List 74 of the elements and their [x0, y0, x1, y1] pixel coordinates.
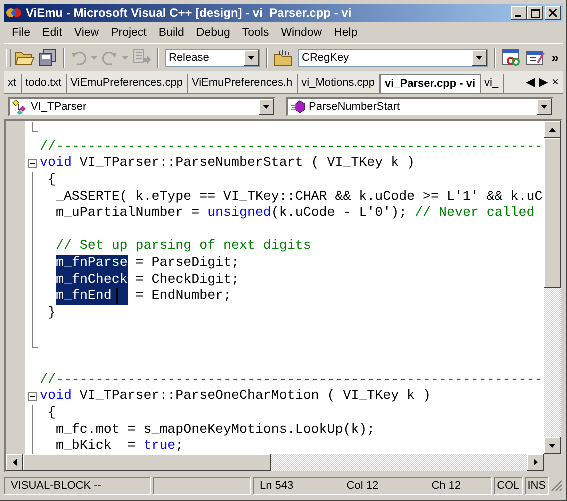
scrollbar-thumb[interactable] — [23, 454, 271, 471]
class-dropdown[interactable]: CRegKey — [298, 48, 488, 66]
code-line: m_fnCheck = CheckDigit; — [55, 272, 240, 288]
close-tab-button[interactable]: × — [552, 75, 559, 89]
folder-icon[interactable] — [274, 48, 294, 66]
code-line: void VI_TParser::ParseNumberStart ( VI_TKey k ) — [40, 155, 416, 172]
status-line: Ln 543 — [260, 480, 294, 492]
menu-item[interactable]: Build — [152, 26, 190, 38]
minimize-button[interactable] — [511, 6, 527, 20]
code-line: m_bKick = true; — [54, 438, 184, 454]
document-tab[interactable]: vi_Parser.cpp - vi — [380, 74, 481, 93]
left-arrow-icon — [12, 459, 16, 466]
up-arrow-icon — [549, 128, 556, 132]
class-icon — [12, 98, 28, 114]
type-dropdown[interactable]: VI_TParser — [8, 96, 276, 116]
save-all-icon[interactable] — [39, 48, 57, 66]
scroll-up-button[interactable] — [544, 121, 561, 138]
code-line: { — [46, 172, 56, 189]
maximize-button[interactable] — [527, 6, 543, 20]
caret-icon — [541, 104, 548, 108]
method-icon — [290, 98, 306, 114]
code-line: } — [46, 305, 56, 322]
status-col-indicator: COL — [494, 477, 523, 495]
member-dropdown[interactable]: ParseNumberStart — [286, 96, 554, 116]
code-line: { — [46, 404, 56, 422]
scroll-down-button[interactable] — [544, 437, 561, 454]
menu-item[interactable]: View — [68, 26, 106, 38]
caret-icon — [248, 56, 255, 60]
document-tab[interactable]: ViEmuPreferences.cpp — [66, 74, 188, 93]
close-icon — [549, 9, 557, 17]
menu-item[interactable]: Edit — [36, 26, 68, 38]
menu-item[interactable]: Debug — [190, 26, 236, 38]
status-column: Col 12 — [346, 480, 379, 492]
maximize-icon — [530, 8, 540, 18]
code-line: _ASSERTE( k.eType == VI_TKey::CHAR && k.uCode >= L'1' && k.uC — [54, 188, 543, 206]
down-arrow-icon — [549, 444, 556, 448]
code-line: //------------------------------------------------------------- — [40, 372, 543, 388]
caret-icon — [263, 104, 270, 108]
toolbar-overflow-button[interactable]: » — [552, 50, 563, 65]
scroll-left-button[interactable]: ◀ — [526, 75, 535, 89]
document-tab[interactable]: vi_ — [480, 74, 504, 93]
menu-item[interactable]: Project — [105, 26, 153, 38]
status-mode: VISUAL-BLOCK -- — [4, 477, 152, 495]
window-title: ViEmu - Microsoft Visual C++ [design] - vi_Parser.cpp - vi — [26, 6, 353, 20]
code-line: m_fc.mot = s_mapOneKeyMotions.LookUp(k); — [54, 422, 376, 438]
document-tab[interactable]: ViEmuPreferences.h — [188, 74, 298, 93]
resize-grip-icon[interactable] — [551, 480, 563, 492]
code-line: m_fnEnd = EndNumber; — [55, 288, 232, 306]
document-tab[interactable]: xt — [4, 74, 22, 93]
configuration-dropdown[interactable]: Release — [165, 48, 260, 66]
close-button[interactable] — [545, 6, 561, 20]
menu-item[interactable]: File — [6, 26, 37, 38]
scroll-left-button[interactable] — [6, 454, 23, 471]
code-line: m_uPartialNumber = unsigned(k.uCode - L'0'); // Never called — [54, 205, 535, 222]
app-icon — [6, 6, 22, 20]
document-tab[interactable]: todo.txt — [22, 74, 67, 93]
properties-icon[interactable] — [526, 48, 546, 66]
code-line: //------------------------------------------------------------- — [40, 138, 543, 156]
code-line: m_fnParse = ParseDigit; — [55, 255, 240, 272]
collapse-icon[interactable] — [28, 159, 37, 168]
scroll-right-button[interactable]: ▶ — [538, 75, 548, 89]
scrollbar-thumb[interactable] — [544, 138, 561, 288]
code-line: void VI_TParser::ParseOneCharMotion ( VI_TKey k ) — [40, 388, 431, 405]
code-line: // Set up parsing of next digits — [54, 238, 312, 256]
status-char: Ch 12 — [432, 480, 462, 492]
window-icon[interactable] — [502, 48, 522, 66]
caret-icon — [476, 56, 483, 60]
scroll-right-button[interactable] — [527, 454, 544, 471]
status-ins-indicator: INS — [524, 477, 550, 495]
right-arrow-icon — [534, 459, 538, 466]
menu-item[interactable]: Tools — [236, 26, 276, 38]
menu-item[interactable]: Help — [328, 26, 364, 38]
collapse-icon[interactable] — [28, 392, 37, 402]
menu-item[interactable]: Window — [275, 26, 328, 38]
